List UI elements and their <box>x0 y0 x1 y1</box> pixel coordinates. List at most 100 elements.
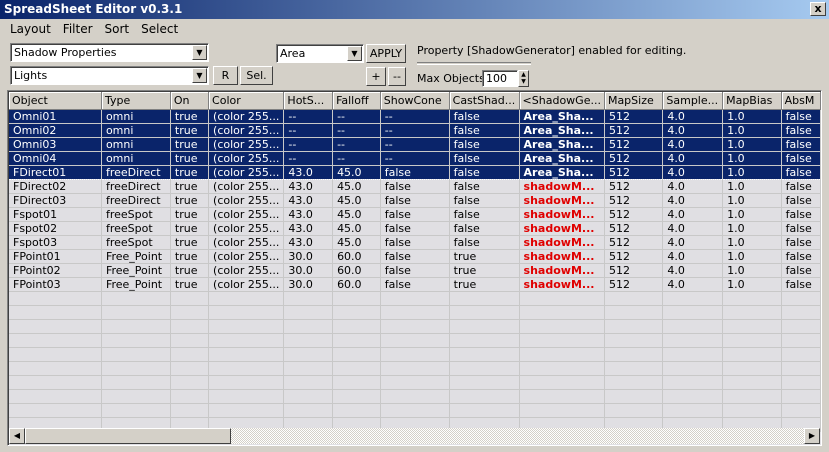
table-cell[interactable]: false <box>449 137 520 152</box>
table-cell[interactable]: freeDirect <box>101 164 171 180</box>
table-cell[interactable]: 4.0 <box>662 235 724 250</box>
table-cell[interactable]: Fspot02 <box>9 221 102 236</box>
table-cell[interactable]: false <box>449 193 520 208</box>
table-cell[interactable]: 1.0 <box>722 277 782 292</box>
table-cell[interactable]: Area_Sha... <box>519 123 605 138</box>
table-cell[interactable]: 4.0 <box>662 221 724 236</box>
column-header[interactable]: CastShad... <box>449 92 520 110</box>
table-cell[interactable]: shadowM... <box>519 207 605 222</box>
table-cell[interactable]: 1.0 <box>722 137 782 152</box>
table-cell[interactable]: -- <box>380 137 450 152</box>
table-cell[interactable]: FDirect02 <box>9 179 102 194</box>
table-cell[interactable]: 512 <box>604 123 664 138</box>
table-cell[interactable]: false <box>781 151 821 166</box>
table-cell[interactable]: Free_Point <box>101 277 171 292</box>
table-row[interactable]: Fspot03 freeSpot true (color 255... 43.0 45.0… <box>9 235 821 250</box>
table-cell[interactable]: (color 255... <box>208 277 285 292</box>
table-cell[interactable]: 512 <box>604 263 664 278</box>
table-cell[interactable]: 4.0 <box>662 151 724 166</box>
table-cell[interactable]: (color 255... <box>208 249 285 264</box>
decrement-button[interactable]: -- <box>388 67 406 86</box>
table-cell[interactable]: (color 255... <box>208 137 285 152</box>
sel-button[interactable]: Sel. <box>240 66 273 85</box>
table-cell[interactable]: Area_Sha... <box>519 164 605 180</box>
table-cell[interactable]: 45.0 <box>332 179 381 194</box>
column-header[interactable]: ShowCone <box>380 92 450 110</box>
table-cell[interactable]: false <box>380 207 450 222</box>
table-cell[interactable]: -- <box>380 151 450 166</box>
table-cell[interactable]: true <box>449 263 520 278</box>
table-cell[interactable]: true <box>170 193 210 208</box>
apply-button[interactable]: APPLY <box>366 44 406 63</box>
table-cell[interactable]: Omni02 <box>9 123 102 138</box>
table-cell[interactable]: false <box>781 277 821 292</box>
table-cell[interactable]: true <box>170 109 210 124</box>
table-cell[interactable]: 4.0 <box>662 193 724 208</box>
table-row[interactable]: FPoint03 Free_Point true (color 255... 30.0 6… <box>9 277 821 292</box>
table-cell[interactable]: freeDirect <box>101 193 171 208</box>
table-cell[interactable]: true <box>449 277 520 292</box>
table-cell[interactable]: 45.0 <box>332 164 381 180</box>
table-cell[interactable]: false <box>449 109 520 124</box>
table-cell[interactable]: -- <box>283 137 334 152</box>
table-cell[interactable]: 45.0 <box>332 207 381 222</box>
table-cell[interactable]: 1.0 <box>722 221 782 236</box>
table-cell[interactable]: 512 <box>604 179 664 194</box>
table-cell[interactable]: (color 255... <box>208 179 285 194</box>
table-cell[interactable]: 4.0 <box>662 179 724 194</box>
table-cell[interactable]: 60.0 <box>332 249 381 264</box>
table-cell[interactable]: (color 255... <box>208 193 285 208</box>
table-cell[interactable]: Fspot01 <box>9 207 102 222</box>
table-cell[interactable]: 4.0 <box>662 207 724 222</box>
scroll-right-icon[interactable]: ▶ <box>804 428 820 444</box>
table-cell[interactable]: true <box>170 221 210 236</box>
spin-down-icon[interactable]: ▼ <box>521 78 526 85</box>
table-cell[interactable]: 60.0 <box>332 277 381 292</box>
table-cell[interactable]: (color 255... <box>208 235 285 250</box>
table-row[interactable]: FPoint02 Free_Point true (color 255... 30.0 6… <box>9 263 821 278</box>
column-header[interactable]: MapBias <box>722 92 782 110</box>
column-header[interactable]: AbsM <box>781 92 821 110</box>
table-cell[interactable]: -- <box>283 123 334 138</box>
table-cell[interactable]: true <box>170 277 210 292</box>
table-cell[interactable]: 4.0 <box>662 109 724 124</box>
table-row[interactable]: Omni01 omni true (color 255... -- -- -- false Ar… <box>9 109 821 124</box>
table-cell[interactable]: false <box>449 164 520 180</box>
menu-select[interactable]: Select <box>135 22 184 36</box>
table-cell[interactable]: Omni03 <box>9 137 102 152</box>
table-row[interactable]: FDirect02 freeDirect true (color 255... 43.0… <box>9 179 821 194</box>
menu-filter[interactable]: Filter <box>57 22 99 36</box>
table-cell[interactable]: -- <box>332 137 381 152</box>
column-header[interactable]: <ShadowGe... <box>519 92 605 110</box>
table-cell[interactable]: -- <box>332 109 381 124</box>
table-cell[interactable]: shadowM... <box>519 249 605 264</box>
table-cell[interactable]: Area_Sha... <box>519 137 605 152</box>
r-button[interactable]: R <box>213 66 238 85</box>
table-cell[interactable]: 43.0 <box>283 207 334 222</box>
table-cell[interactable]: true <box>170 164 210 180</box>
table-cell[interactable]: false <box>449 221 520 236</box>
table-cell[interactable]: shadowM... <box>519 221 605 236</box>
table-cell[interactable]: 512 <box>604 137 664 152</box>
table-cell[interactable]: 512 <box>604 235 664 250</box>
table-cell[interactable]: false <box>449 151 520 166</box>
table-cell[interactable]: false <box>449 179 520 194</box>
column-header[interactable]: Sample... <box>662 92 724 110</box>
table-cell[interactable]: 1.0 <box>722 235 782 250</box>
column-header[interactable]: Object <box>9 92 102 110</box>
column-header[interactable]: Type <box>101 92 171 110</box>
table-row[interactable]: Omni02 omni true (color 255... -- -- -- false Ar… <box>9 123 821 138</box>
table-cell[interactable]: 1.0 <box>722 151 782 166</box>
menu-sort[interactable]: Sort <box>99 22 136 36</box>
table-cell[interactable]: 4.0 <box>662 249 724 264</box>
table-cell[interactable]: freeSpot <box>101 207 171 222</box>
table-cell[interactable]: 512 <box>604 277 664 292</box>
table-cell[interactable]: false <box>781 249 821 264</box>
table-cell[interactable]: false <box>781 123 821 138</box>
column-header[interactable]: MapSize <box>604 92 664 110</box>
table-cell[interactable]: true <box>170 137 210 152</box>
table-cell[interactable]: freeSpot <box>101 221 171 236</box>
table-cell[interactable]: false <box>449 235 520 250</box>
table-cell[interactable]: false <box>781 109 821 124</box>
table-cell[interactable]: false <box>781 235 821 250</box>
